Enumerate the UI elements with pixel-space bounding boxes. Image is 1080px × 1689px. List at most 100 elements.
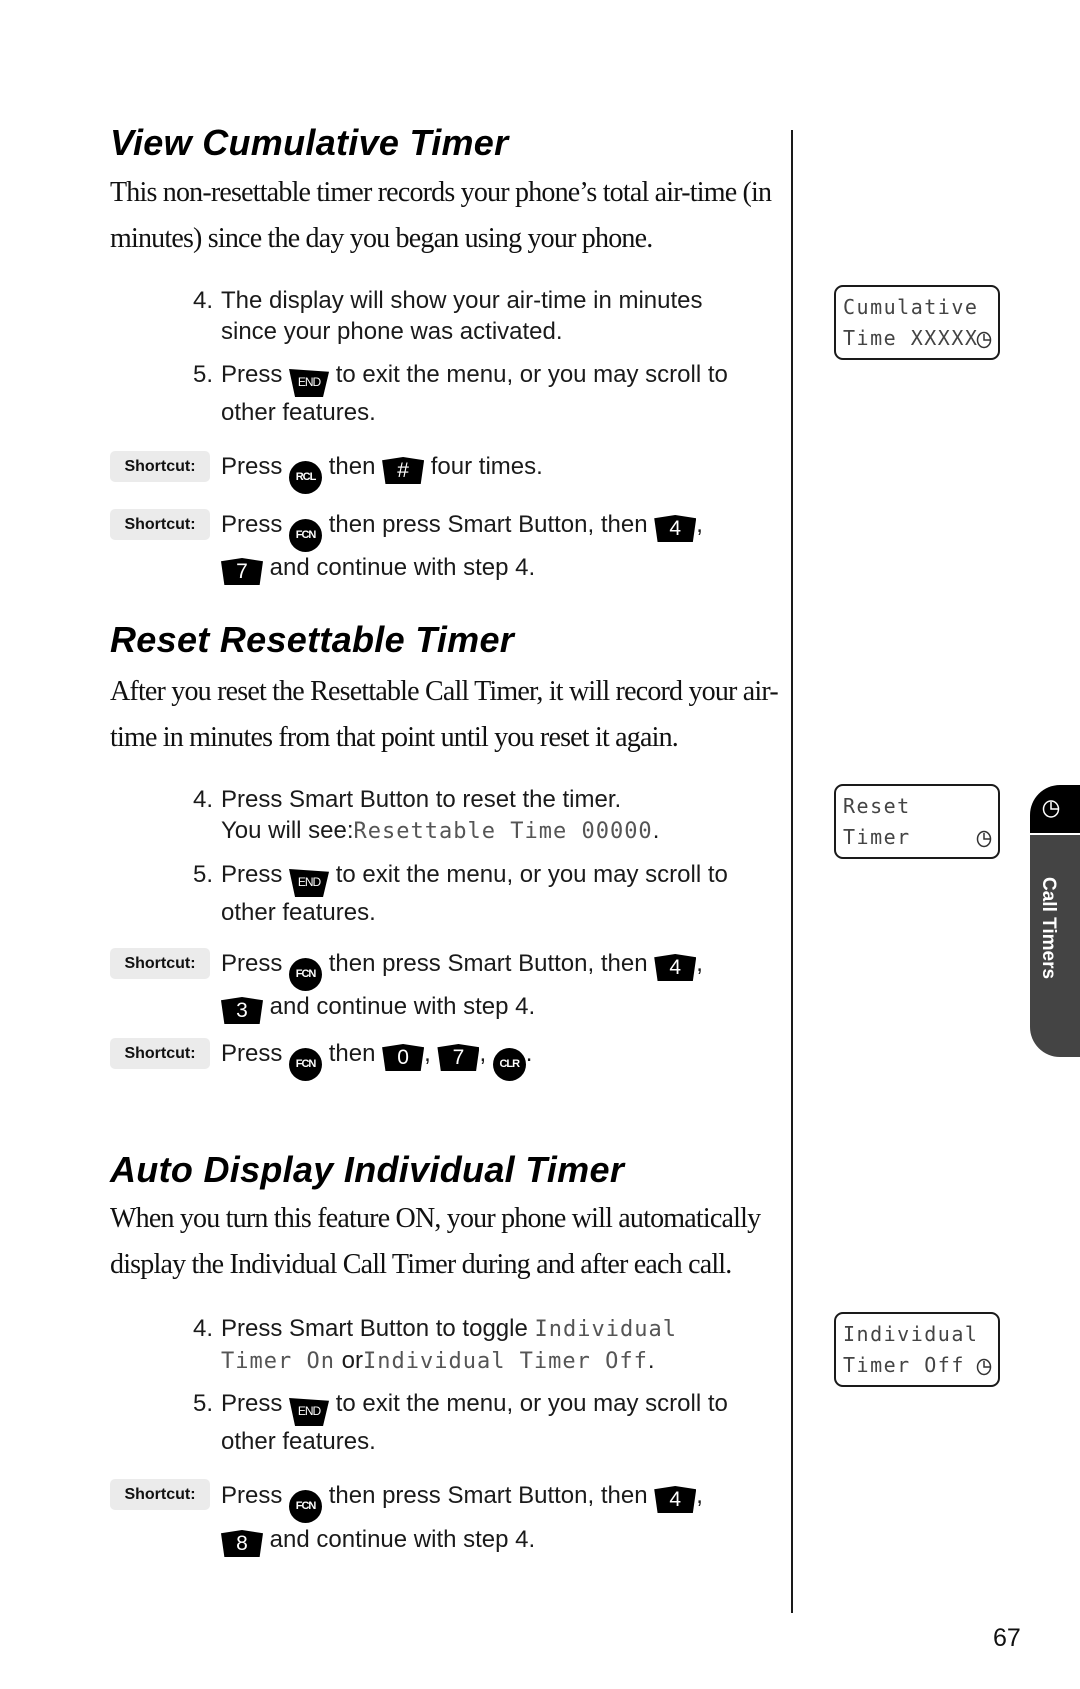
shortcut-badge: Shortcut:: [110, 948, 210, 979]
shortcut: Shortcut: Press FCN then press Smart But…: [110, 1479, 760, 1557]
intro-line: When you turn this feature ON, your phon…: [110, 1203, 761, 1234]
separator: ,: [696, 950, 703, 977]
step-number: 5.: [193, 1390, 214, 1417]
shortcut-text-pre: Press: [221, 453, 283, 480]
step-4: 4. Press Smart Button to reset the timer…: [193, 784, 753, 847]
shortcut-text-post: four times.: [430, 453, 543, 480]
key-4-icon: 4: [654, 1486, 697, 1513]
lcd-display-reset: Reset Timer: [834, 784, 1000, 859]
shortcut-text-mid: then press Smart Button, then: [328, 950, 648, 977]
section-title-auto-display-individual-timer: Auto Display Individual Timer: [110, 1149, 625, 1190]
intro-line: minutes) since the day you began using y…: [110, 223, 653, 254]
end-key-icon: END: [289, 869, 330, 897]
shortcut: Shortcut: Press FCN then press Smart But…: [110, 948, 760, 1024]
shortcut-badge: Shortcut:: [110, 1038, 210, 1069]
lcd-line-2: Time XXXXX: [843, 323, 998, 416]
step-5: 5. Press END to exit the menu, or you ma…: [193, 1388, 753, 1457]
key-8-icon: 8: [221, 1530, 263, 1557]
shortcut-text-pre: Press: [221, 1040, 283, 1067]
step-5: 5. Press END to exit the menu, or you ma…: [193, 359, 753, 428]
shortcut-text-mid: then press Smart Button, then: [328, 511, 648, 538]
step-text: The display will show your air-time in m…: [221, 287, 703, 345]
step-number: 4.: [193, 287, 214, 314]
shortcut-text: Press FCN then 0, 7, CLR.: [221, 1038, 760, 1081]
lcd-display-individual: Individual Timer Off: [834, 1312, 1000, 1387]
lcd-inline-text: Individual: [534, 1317, 677, 1342]
fcn-key-icon: FCN: [289, 958, 323, 991]
side-tab-body: Call Timers: [1030, 835, 1080, 1057]
fcn-key-icon: FCN: [289, 1490, 323, 1523]
step-text: Press END to exit the menu, or you may s…: [221, 1388, 753, 1457]
shortcut-text-post: and continue with step 4.: [269, 993, 536, 1020]
side-tab-header: [1030, 785, 1080, 833]
pound-key-icon: #: [382, 457, 425, 484]
intro-line: This non-resettable timer records your p…: [110, 177, 772, 208]
side-tab-label: Call Timers: [1038, 877, 1059, 980]
side-tab-call-timers[interactable]: Call Timers: [1030, 785, 1080, 1057]
shortcut-text-post: and continue with step 4.: [269, 554, 536, 581]
shortcut-text-mid: then press Smart Button, then: [328, 1482, 648, 1509]
step-number: 4.: [193, 1315, 214, 1342]
shortcut-badge: Shortcut:: [110, 509, 210, 540]
separator: ,: [424, 1040, 431, 1067]
step-text: Press END to exit the menu, or you may s…: [221, 359, 753, 428]
shortcut-text-end: .: [525, 1040, 533, 1067]
clock-icon: [976, 331, 992, 349]
lcd-line-1: Cumulative: [843, 295, 979, 319]
separator: ,: [479, 1040, 487, 1067]
shortcut-text-post: and continue with step 4.: [269, 1526, 536, 1553]
step-text-pre: Press: [221, 361, 283, 388]
intro-line: time in minutes from that point until yo…: [110, 722, 679, 753]
step-5: 5. Press END to exit the menu, or you ma…: [193, 859, 753, 928]
lcd-line-2: Timer: [843, 822, 998, 915]
step-text-pre: Press: [221, 861, 283, 888]
lcd-inline-text: Timer On: [221, 1349, 335, 1374]
lcd-line-2: Timer Off: [843, 1350, 998, 1443]
end-key-icon: END: [289, 369, 330, 397]
clock-icon: [976, 830, 992, 848]
step-4: 4. Press Smart Button to toggle Individu…: [193, 1313, 753, 1377]
separator: ,: [696, 1482, 703, 1509]
fcn-key-icon: FCN: [289, 519, 323, 552]
shortcut: Shortcut: Press FCN then press Smart But…: [110, 509, 760, 585]
section-intro: When you turn this feature ON, your phon…: [110, 1196, 761, 1288]
end-key-icon: END: [289, 1398, 330, 1426]
shortcut-text-pre: Press: [221, 1482, 283, 1509]
shortcut-text-mid: then: [328, 1040, 376, 1067]
key-7-icon: 7: [437, 1044, 480, 1071]
step-text-end: .: [652, 817, 660, 844]
lcd-inline-text: Resettable Time 00000: [353, 819, 653, 844]
lcd-line-1: Individual: [843, 1322, 979, 1346]
step-text-or: or: [341, 1347, 363, 1374]
rcl-key-icon: RCL: [289, 461, 323, 494]
section-title-view-cumulative-timer: View Cumulative Timer: [110, 122, 509, 163]
step-number: 5.: [193, 861, 214, 888]
shortcut-text: Press FCN then press Smart Button, then …: [221, 1479, 760, 1557]
section-intro: This non-resettable timer records your p…: [110, 170, 772, 262]
separator: ,: [696, 511, 703, 538]
key-4-icon: 4: [654, 954, 697, 981]
step-text-see: You will see:: [221, 817, 354, 844]
lcd-inline-text: Individual Timer Off: [362, 1349, 648, 1374]
step-text: Press END to exit the menu, or you may s…: [221, 859, 753, 928]
shortcut: Shortcut: Press RCL then # four times.: [110, 451, 760, 494]
clock-icon: [976, 1358, 992, 1376]
shortcut-text-pre: Press: [221, 511, 283, 538]
shortcut-badge: Shortcut:: [110, 451, 210, 482]
shortcut-text: Press FCN then press Smart Button, then …: [221, 948, 760, 1024]
step-number: 5.: [193, 361, 214, 388]
shortcut-text-mid: then: [328, 453, 376, 480]
shortcut-text: Press FCN then press Smart Button, then …: [221, 509, 760, 585]
step-text: Press Smart Button to reset the timer. Y…: [221, 784, 753, 847]
shortcut: Shortcut: Press FCN then 0, 7, CLR.: [110, 1038, 760, 1081]
lcd-line-2-text: Timer Off: [843, 1353, 965, 1377]
step-text-main: Press Smart Button to reset the timer.: [221, 786, 622, 813]
key-4-icon: 4: [654, 515, 697, 542]
step-text-end: .: [647, 1347, 655, 1374]
section-intro: After you reset the Resettable Call Time…: [110, 669, 779, 761]
key-7-icon: 7: [221, 558, 263, 585]
intro-line: After you reset the Resettable Call Time…: [110, 676, 779, 707]
lcd-line-2-text: Time XXXXX: [843, 326, 979, 350]
column-divider: [791, 130, 793, 1613]
key-0-icon: 0: [382, 1044, 425, 1071]
